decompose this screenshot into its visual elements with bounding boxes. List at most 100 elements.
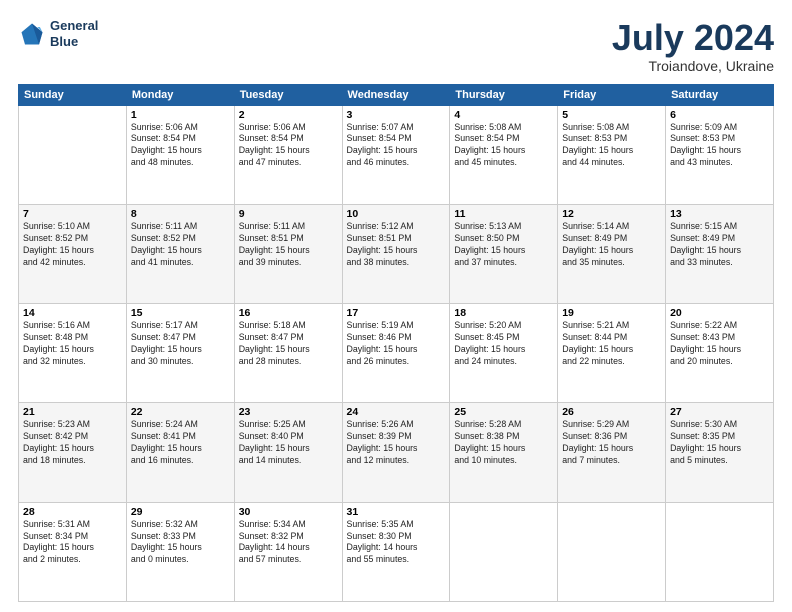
day-detail: Sunrise: 5:28 AMSunset: 8:38 PMDaylight:… xyxy=(454,419,553,467)
day-detail: Sunrise: 5:06 AMSunset: 8:54 PMDaylight:… xyxy=(239,122,338,170)
calendar-cell xyxy=(19,105,127,204)
logo-text: General Blue xyxy=(50,18,98,49)
calendar-week-row: 21Sunrise: 5:23 AMSunset: 8:42 PMDayligh… xyxy=(19,403,774,502)
day-detail: Sunrise: 5:23 AMSunset: 8:42 PMDaylight:… xyxy=(23,419,122,467)
calendar-day-header: Sunday xyxy=(19,84,127,105)
calendar-cell: 21Sunrise: 5:23 AMSunset: 8:42 PMDayligh… xyxy=(19,403,127,502)
calendar-week-row: 14Sunrise: 5:16 AMSunset: 8:48 PMDayligh… xyxy=(19,304,774,403)
day-detail: Sunrise: 5:12 AMSunset: 8:51 PMDaylight:… xyxy=(347,221,446,269)
day-number: 1 xyxy=(131,109,230,121)
title-block: July 2024 Troiandove, Ukraine xyxy=(612,18,774,74)
calendar-cell xyxy=(666,502,774,601)
day-number: 2 xyxy=(239,109,338,121)
day-number: 17 xyxy=(347,307,446,319)
main-title: July 2024 xyxy=(612,18,774,58)
day-detail: Sunrise: 5:20 AMSunset: 8:45 PMDaylight:… xyxy=(454,320,553,368)
calendar-cell: 19Sunrise: 5:21 AMSunset: 8:44 PMDayligh… xyxy=(558,304,666,403)
day-number: 25 xyxy=(454,406,553,418)
day-detail: Sunrise: 5:11 AMSunset: 8:51 PMDaylight:… xyxy=(239,221,338,269)
calendar-cell: 16Sunrise: 5:18 AMSunset: 8:47 PMDayligh… xyxy=(234,304,342,403)
logo: General Blue xyxy=(18,18,98,49)
header: General Blue July 2024 Troiandove, Ukrai… xyxy=(18,18,774,74)
calendar-cell: 5Sunrise: 5:08 AMSunset: 8:53 PMDaylight… xyxy=(558,105,666,204)
day-detail: Sunrise: 5:14 AMSunset: 8:49 PMDaylight:… xyxy=(562,221,661,269)
day-detail: Sunrise: 5:30 AMSunset: 8:35 PMDaylight:… xyxy=(670,419,769,467)
day-detail: Sunrise: 5:06 AMSunset: 8:54 PMDaylight:… xyxy=(131,122,230,170)
day-number: 29 xyxy=(131,506,230,518)
day-number: 3 xyxy=(347,109,446,121)
calendar-cell: 3Sunrise: 5:07 AMSunset: 8:54 PMDaylight… xyxy=(342,105,450,204)
day-detail: Sunrise: 5:11 AMSunset: 8:52 PMDaylight:… xyxy=(131,221,230,269)
day-detail: Sunrise: 5:07 AMSunset: 8:54 PMDaylight:… xyxy=(347,122,446,170)
calendar-cell: 10Sunrise: 5:12 AMSunset: 8:51 PMDayligh… xyxy=(342,204,450,303)
calendar-cell: 6Sunrise: 5:09 AMSunset: 8:53 PMDaylight… xyxy=(666,105,774,204)
day-detail: Sunrise: 5:08 AMSunset: 8:53 PMDaylight:… xyxy=(562,122,661,170)
day-number: 20 xyxy=(670,307,769,319)
day-number: 6 xyxy=(670,109,769,121)
day-number: 23 xyxy=(239,406,338,418)
calendar-day-header: Friday xyxy=(558,84,666,105)
page: General Blue July 2024 Troiandove, Ukrai… xyxy=(0,0,792,612)
day-detail: Sunrise: 5:19 AMSunset: 8:46 PMDaylight:… xyxy=(347,320,446,368)
day-number: 26 xyxy=(562,406,661,418)
calendar-cell: 30Sunrise: 5:34 AMSunset: 8:32 PMDayligh… xyxy=(234,502,342,601)
calendar-day-header: Tuesday xyxy=(234,84,342,105)
day-detail: Sunrise: 5:16 AMSunset: 8:48 PMDaylight:… xyxy=(23,320,122,368)
day-detail: Sunrise: 5:21 AMSunset: 8:44 PMDaylight:… xyxy=(562,320,661,368)
day-detail: Sunrise: 5:22 AMSunset: 8:43 PMDaylight:… xyxy=(670,320,769,368)
day-number: 10 xyxy=(347,208,446,220)
calendar-cell: 7Sunrise: 5:10 AMSunset: 8:52 PMDaylight… xyxy=(19,204,127,303)
day-detail: Sunrise: 5:35 AMSunset: 8:30 PMDaylight:… xyxy=(347,519,446,567)
day-number: 12 xyxy=(562,208,661,220)
day-number: 5 xyxy=(562,109,661,121)
day-number: 18 xyxy=(454,307,553,319)
day-number: 31 xyxy=(347,506,446,518)
calendar-week-row: 1Sunrise: 5:06 AMSunset: 8:54 PMDaylight… xyxy=(19,105,774,204)
logo-icon xyxy=(18,20,46,48)
day-detail: Sunrise: 5:13 AMSunset: 8:50 PMDaylight:… xyxy=(454,221,553,269)
day-number: 9 xyxy=(239,208,338,220)
calendar-header-row: SundayMondayTuesdayWednesdayThursdayFrid… xyxy=(19,84,774,105)
calendar-day-header: Wednesday xyxy=(342,84,450,105)
calendar-cell: 28Sunrise: 5:31 AMSunset: 8:34 PMDayligh… xyxy=(19,502,127,601)
day-number: 4 xyxy=(454,109,553,121)
calendar-cell: 29Sunrise: 5:32 AMSunset: 8:33 PMDayligh… xyxy=(126,502,234,601)
calendar-day-header: Thursday xyxy=(450,84,558,105)
day-detail: Sunrise: 5:24 AMSunset: 8:41 PMDaylight:… xyxy=(131,419,230,467)
calendar-cell: 27Sunrise: 5:30 AMSunset: 8:35 PMDayligh… xyxy=(666,403,774,502)
day-detail: Sunrise: 5:09 AMSunset: 8:53 PMDaylight:… xyxy=(670,122,769,170)
calendar-cell: 20Sunrise: 5:22 AMSunset: 8:43 PMDayligh… xyxy=(666,304,774,403)
day-detail: Sunrise: 5:34 AMSunset: 8:32 PMDaylight:… xyxy=(239,519,338,567)
calendar-cell: 23Sunrise: 5:25 AMSunset: 8:40 PMDayligh… xyxy=(234,403,342,502)
day-number: 7 xyxy=(23,208,122,220)
day-number: 24 xyxy=(347,406,446,418)
calendar-cell: 4Sunrise: 5:08 AMSunset: 8:54 PMDaylight… xyxy=(450,105,558,204)
day-number: 27 xyxy=(670,406,769,418)
calendar-cell: 25Sunrise: 5:28 AMSunset: 8:38 PMDayligh… xyxy=(450,403,558,502)
calendar-cell: 13Sunrise: 5:15 AMSunset: 8:49 PMDayligh… xyxy=(666,204,774,303)
calendar-cell: 2Sunrise: 5:06 AMSunset: 8:54 PMDaylight… xyxy=(234,105,342,204)
day-detail: Sunrise: 5:25 AMSunset: 8:40 PMDaylight:… xyxy=(239,419,338,467)
day-detail: Sunrise: 5:31 AMSunset: 8:34 PMDaylight:… xyxy=(23,519,122,567)
day-detail: Sunrise: 5:18 AMSunset: 8:47 PMDaylight:… xyxy=(239,320,338,368)
calendar-cell: 1Sunrise: 5:06 AMSunset: 8:54 PMDaylight… xyxy=(126,105,234,204)
day-detail: Sunrise: 5:08 AMSunset: 8:54 PMDaylight:… xyxy=(454,122,553,170)
day-number: 13 xyxy=(670,208,769,220)
day-detail: Sunrise: 5:10 AMSunset: 8:52 PMDaylight:… xyxy=(23,221,122,269)
calendar-table: SundayMondayTuesdayWednesdayThursdayFrid… xyxy=(18,84,774,602)
calendar-cell: 22Sunrise: 5:24 AMSunset: 8:41 PMDayligh… xyxy=(126,403,234,502)
day-number: 19 xyxy=(562,307,661,319)
day-number: 30 xyxy=(239,506,338,518)
calendar-cell: 14Sunrise: 5:16 AMSunset: 8:48 PMDayligh… xyxy=(19,304,127,403)
calendar-week-row: 28Sunrise: 5:31 AMSunset: 8:34 PMDayligh… xyxy=(19,502,774,601)
calendar-cell: 18Sunrise: 5:20 AMSunset: 8:45 PMDayligh… xyxy=(450,304,558,403)
calendar-cell: 31Sunrise: 5:35 AMSunset: 8:30 PMDayligh… xyxy=(342,502,450,601)
calendar-cell: 26Sunrise: 5:29 AMSunset: 8:36 PMDayligh… xyxy=(558,403,666,502)
day-number: 28 xyxy=(23,506,122,518)
day-detail: Sunrise: 5:15 AMSunset: 8:49 PMDaylight:… xyxy=(670,221,769,269)
calendar-cell: 17Sunrise: 5:19 AMSunset: 8:46 PMDayligh… xyxy=(342,304,450,403)
calendar-cell: 12Sunrise: 5:14 AMSunset: 8:49 PMDayligh… xyxy=(558,204,666,303)
day-detail: Sunrise: 5:17 AMSunset: 8:47 PMDaylight:… xyxy=(131,320,230,368)
day-number: 22 xyxy=(131,406,230,418)
subtitle: Troiandove, Ukraine xyxy=(612,58,774,74)
